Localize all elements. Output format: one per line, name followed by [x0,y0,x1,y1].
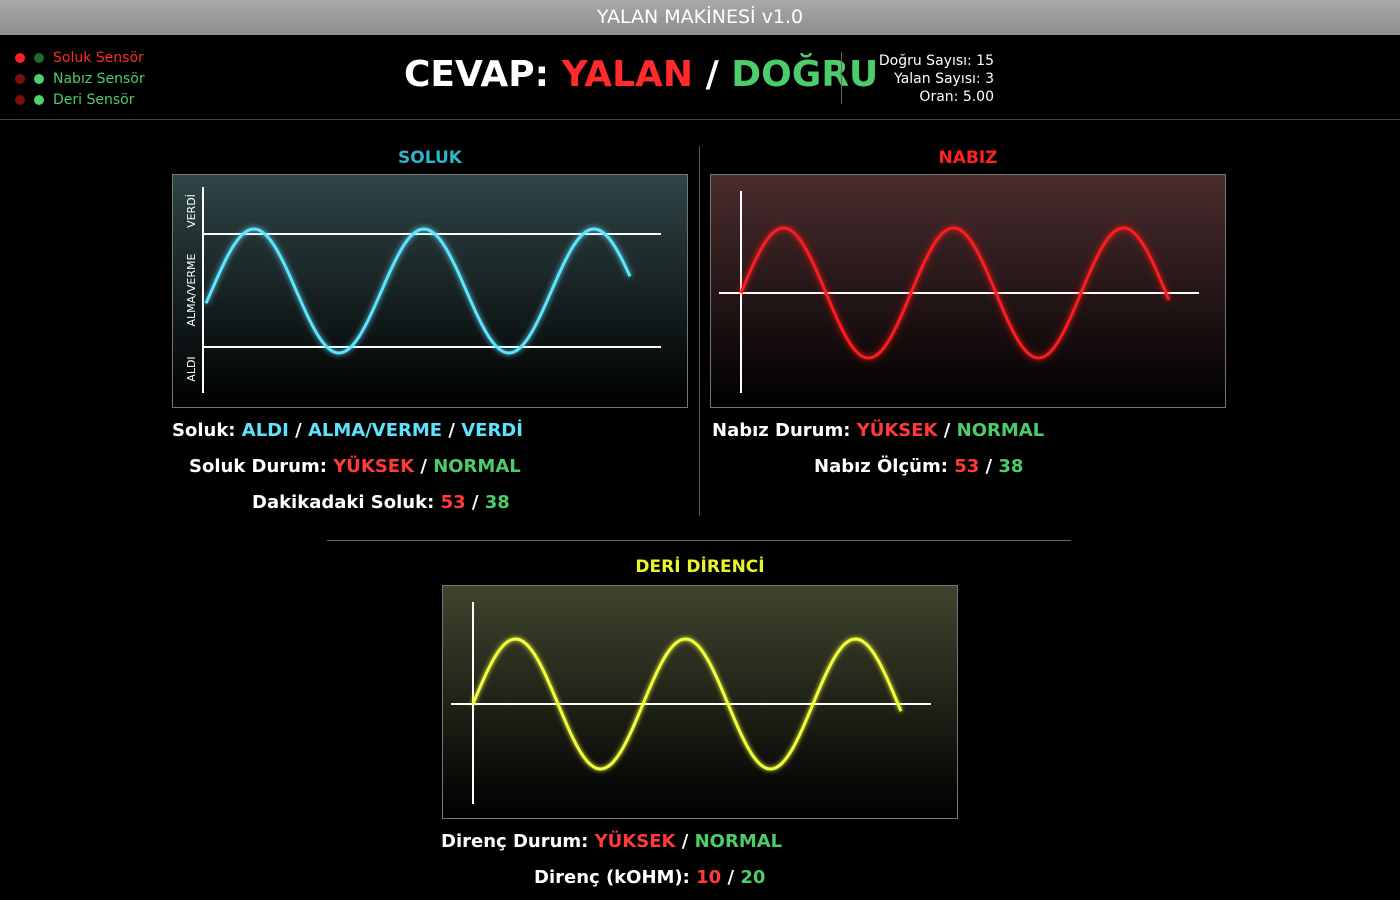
soluk-rate-value-1: 53 [440,492,466,513]
truth-count: Doğru Sayısı: 15 [878,53,994,69]
status-dot-red-icon [15,52,25,63]
status-normal: NORMAL [956,420,1045,441]
status-high: YÜKSEK [856,420,938,441]
nabiz-status-line: Nabız Durum: YÜKSEK / NORMAL [712,420,1044,441]
header-separator [0,119,1400,120]
separator: / [448,420,455,441]
separator: / [295,420,302,441]
status-high: YÜKSEK [333,456,415,477]
sensor-status-list: Soluk Sensör Nabız Sensör Deri Sensör [15,47,145,110]
status-dot-green-icon [34,52,44,63]
ratio: Oran: 5.00 [919,89,994,105]
nabiz-value-1: 53 [954,456,980,477]
axis-label-middle: ALMA/VERME [185,253,198,326]
soluk-value-verdi: VERDİ [461,420,523,441]
answer-heading: CEVAP: YALAN / DOĞRU [404,54,878,95]
soluk-line-values: Soluk: ALDI / ALMA/VERME / VERDİ [172,420,523,441]
sensor-label: Nabız Sensör [53,70,145,87]
sensor-nabiz: Nabız Sensör [15,68,145,89]
deri-status-label: Direnç Durum: [441,831,589,852]
nabiz-measure-line: Nabız Ölçüm: 53 / 38 [814,456,1023,477]
soluk-value-aldi: ALDI [241,420,289,441]
soluk-wave [204,227,632,355]
soluk-rate-line: Dakikadaki Soluk: 53 / 38 [252,492,510,513]
axis-label-top: VERDİ [185,194,198,228]
sensor-label: Deri Sensör [53,91,135,108]
separator: / [471,492,479,513]
soluk-label: Soluk: [172,420,236,441]
stats-panel: Doğru Sayısı: 15 Yalan Sayısı: 3 Oran: 5… [854,52,994,106]
soluk-rate-label: Dakikadaki Soluk: [252,492,435,513]
nabiz-value-2: 38 [998,456,1024,477]
soluk-value-alma-verme: ALMA/VERME [307,420,443,441]
panel-divider-horizontal [327,540,1071,541]
nabiz-title: NABIZ [938,148,998,168]
soluk-rate-value-2: 38 [484,492,510,513]
sensor-label: Soluk Sensör [53,49,144,66]
nabiz-graph [710,174,1226,408]
separator: / [727,867,735,888]
sensor-deri: Deri Sensör [15,89,145,110]
status-dot-red-icon [15,94,25,105]
status-dot-green-icon [34,94,44,105]
nabiz-status-label: Nabız Durum: [712,420,851,441]
soluk-wave-chart: VERDİ ALMA/VERME ALDI [185,187,661,393]
separator: / [420,456,427,477]
sensor-soluk: Soluk Sensör [15,47,145,68]
status-high: YÜKSEK [594,831,676,852]
deri-graph [442,585,958,819]
status-dot-green-icon [34,73,44,84]
nabiz-measure-label: Nabız Ölçüm: [814,456,948,477]
soluk-title: SOLUK [398,148,462,168]
deri-title: DERİ DİRENCİ [635,557,765,577]
status-normal: NORMAL [433,456,521,477]
window-title: YALAN MAKİNESİ v1.0 [596,6,804,28]
lie-count: Yalan Sayısı: 3 [894,71,994,87]
nabiz-wave-chart [719,191,1199,393]
soluk-graph: VERDİ ALMA/VERME ALDI [172,174,688,408]
answer-prefix: CEVAP: [404,54,550,95]
deri-value-1: 10 [696,867,722,888]
answer-lie: YALAN [561,54,694,95]
panel-divider-vertical [699,146,700,516]
deri-value-2: 20 [740,867,766,888]
separator: / [681,831,689,852]
deri-resistance-line: Direnç (kOHM): 10 / 20 [534,867,765,888]
soluk-status-label: Soluk Durum: [189,456,327,477]
status-dot-red-icon [15,73,25,84]
answer-separator: / [705,54,719,95]
separator: / [943,420,951,441]
deri-resistance-label: Direnç (kOHM): [534,867,690,888]
deri-status-line: Direnç Durum: YÜKSEK / NORMAL [441,831,782,852]
separator: / [985,456,993,477]
header-divider [841,52,842,104]
window-title-bar: YALAN MAKİNESİ v1.0 [0,0,1400,35]
deri-wave-chart [451,602,931,804]
soluk-status-line: Soluk Durum: YÜKSEK / NORMAL [189,456,521,477]
status-normal: NORMAL [694,831,783,852]
axis-label-bottom: ALDI [185,356,198,381]
